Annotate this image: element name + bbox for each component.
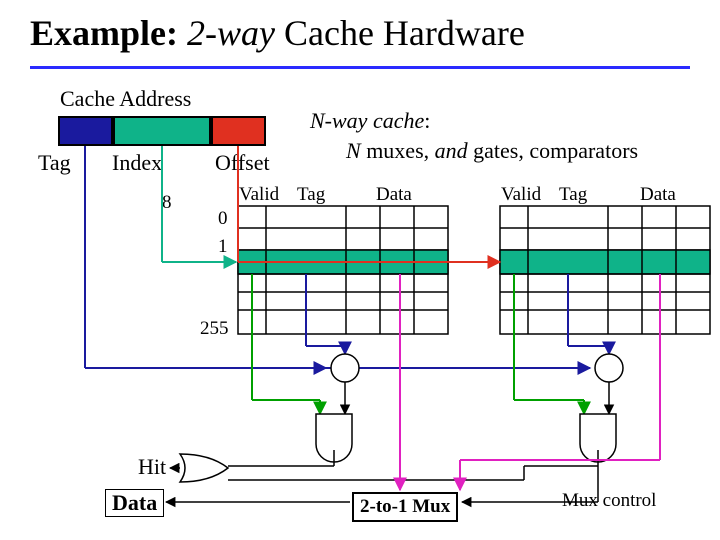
diagram-svg [0,0,720,540]
